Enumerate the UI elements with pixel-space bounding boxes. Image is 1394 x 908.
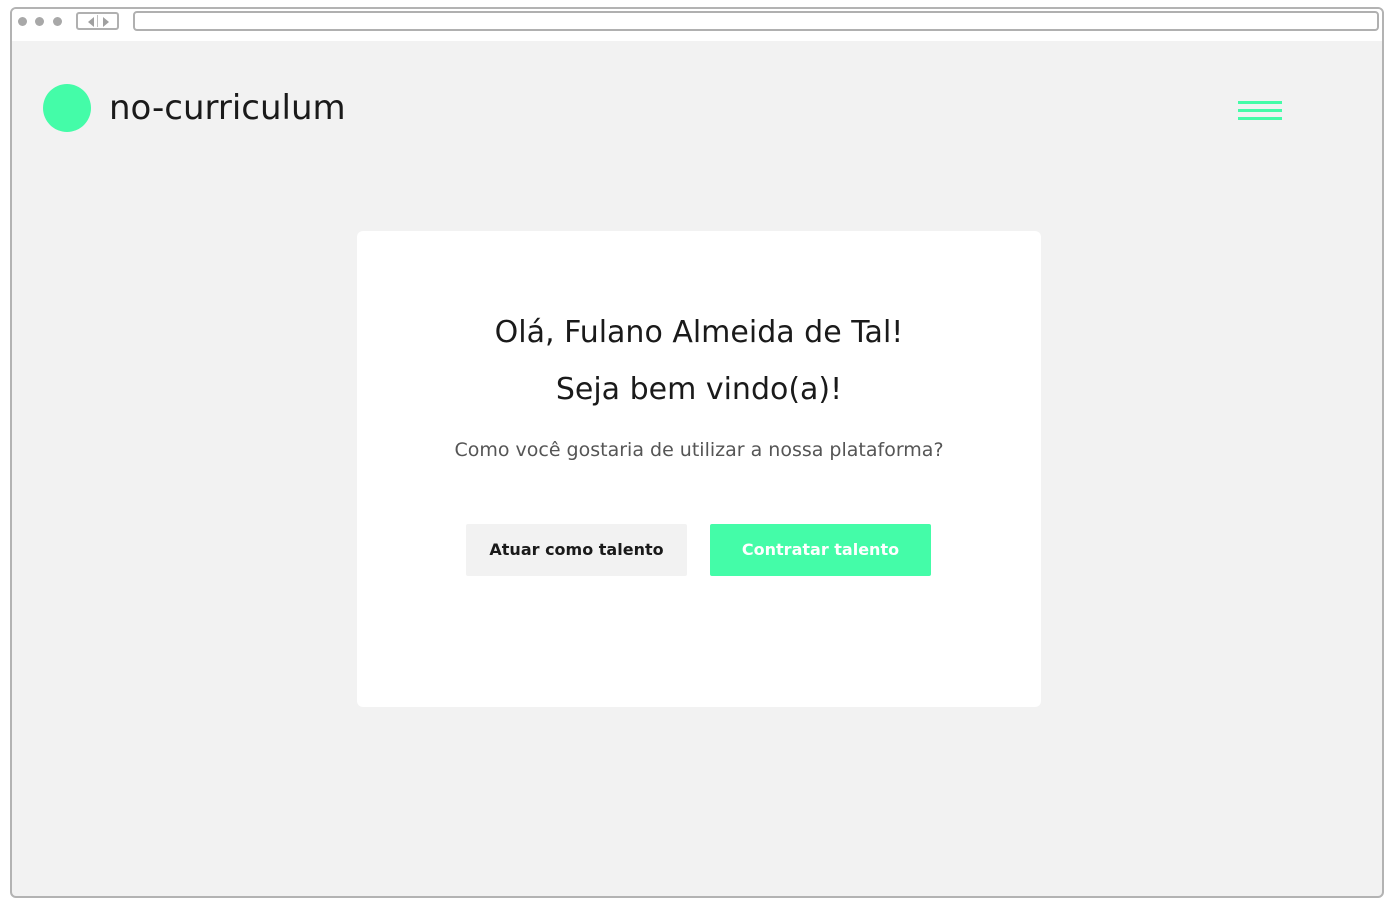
window-dot-icon: [18, 17, 27, 26]
browser-toolbar: [12, 9, 1382, 41]
back-arrow-icon[interactable]: [88, 17, 94, 27]
menu-line: [1238, 101, 1282, 104]
address-bar[interactable]: [133, 11, 1379, 31]
greeting-title: Olá, Fulano Almeida de Tal!: [494, 315, 904, 350]
menu-line: [1238, 117, 1282, 120]
nav-divider: [97, 15, 98, 27]
brand-name[interactable]: no-curriculum: [109, 86, 346, 130]
welcome-card: Olá, Fulano Almeida de Tal! Seja bem vin…: [357, 231, 1041, 707]
circle-logo-icon[interactable]: [43, 84, 91, 132]
site-header: no-curriculum: [12, 41, 1382, 161]
browser-window: no-curriculum Olá, Fulano Almeida de Tal…: [10, 7, 1384, 898]
forward-arrow-icon[interactable]: [103, 17, 109, 27]
act-as-talent-button[interactable]: Atuar como talento: [466, 524, 687, 576]
welcome-title: Seja bem vindo(a)!: [555, 372, 843, 407]
usage-question: Como você gostaria de utilizar a nossa p…: [454, 439, 944, 461]
window-dot-icon: [53, 17, 62, 26]
window-dot-icon: [35, 17, 44, 26]
hire-talent-button[interactable]: Contratar talento: [710, 524, 931, 576]
hamburger-menu-icon[interactable]: [1238, 101, 1284, 127]
menu-line: [1238, 109, 1282, 112]
navigation-buttons[interactable]: [76, 12, 119, 30]
